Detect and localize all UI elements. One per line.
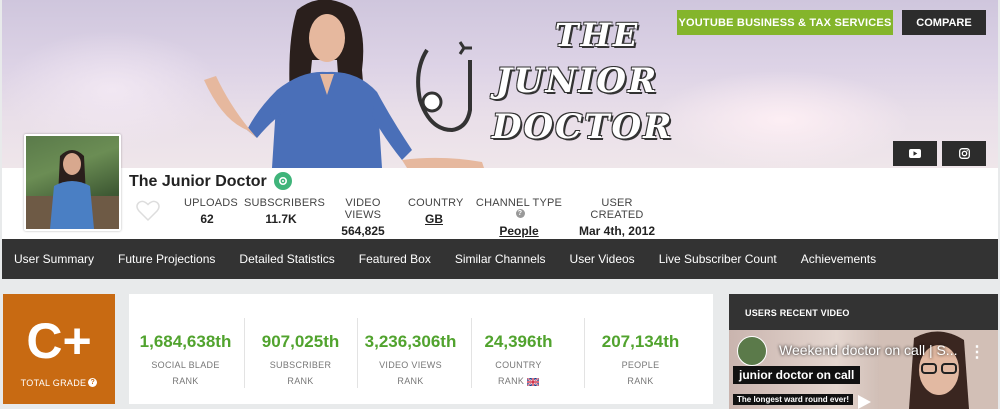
help-icon[interactable]: ? (515, 209, 525, 218)
banner-logo-text: THE JUNIOR DOCTOR (492, 12, 674, 150)
instagram-link-button[interactable] (942, 141, 986, 166)
recent-video-header: USERS RECENT VIDEO (745, 308, 850, 318)
stat-subscribers: SUBSCRIBERS 11.7K (244, 197, 326, 226)
nav-user-summary[interactable]: User Summary (2, 239, 106, 279)
stat-user-created: USER CREATED Mar 4th, 2012 (577, 197, 657, 238)
banner-person-image (204, 0, 484, 168)
channel-type-link[interactable]: People (472, 224, 566, 238)
nav-user-videos[interactable]: User Videos (558, 239, 647, 279)
rank-label: RANK (172, 376, 199, 386)
stat-video-views: VIDEO VIEWS 564,825 (330, 197, 396, 238)
nav-live-subscriber-count[interactable]: Live Subscriber Count (647, 239, 789, 279)
rank-value: 207,134th (601, 332, 680, 351)
nav-detailed-statistics[interactable]: Detailed Statistics (227, 239, 346, 279)
rank-label: RANK (287, 376, 314, 386)
nav-achievements[interactable]: Achievements (789, 239, 888, 279)
stat-label: COUNTRY (408, 197, 464, 209)
instagram-icon (958, 148, 970, 159)
logo-line-2: JUNIOR (495, 61, 659, 101)
rank-video-views: 3,236,306th VIDEO VIEWS RANK (354, 294, 467, 404)
business-tax-services-button[interactable]: YOUTUBE BUSINESS & TAX SERVICES (677, 10, 893, 35)
rank-label: RANK (397, 376, 424, 386)
channel-name: The Junior Doctor (129, 173, 267, 190)
youtube-icon (909, 149, 921, 158)
rank-label: RANK (497, 376, 525, 386)
stat-label: VIDEO VIEWS (344, 197, 382, 221)
total-grade-box: C+ TOTAL GRADE? (3, 294, 115, 404)
rank-subscriber: 907,025th SUBSCRIBER RANK (244, 294, 357, 404)
stat-label: SUBSCRIBERS (244, 197, 326, 209)
uk-flag-icon (526, 376, 540, 387)
help-icon[interactable]: ? (88, 378, 98, 387)
country-link[interactable]: GB (408, 212, 460, 226)
nav-future-projections[interactable]: Future Projections (106, 239, 227, 279)
grade-label: TOTAL GRADE (20, 378, 87, 388)
stat-country: COUNTRY GB (408, 197, 464, 226)
rank-country: 24,396th COUNTRY RANK (462, 294, 575, 404)
logo-line-3: DOCTOR (492, 107, 674, 147)
stat-channel-type: CHANNEL TYPE ? People (472, 197, 566, 238)
nav-featured-box[interactable]: Featured Box (347, 239, 443, 279)
stat-value: 62 (200, 212, 214, 226)
stat-label: UPLOADS (184, 197, 238, 209)
rank-label: PEOPLE (621, 360, 660, 370)
stat-label: USER CREATED (590, 197, 644, 221)
rank-label: RANK (627, 376, 654, 386)
favorite-heart-icon[interactable] (136, 200, 160, 227)
video-title[interactable]: Weekend doctor on call | S... (779, 342, 957, 358)
rank-label: COUNTRY (495, 360, 542, 370)
stat-uploads: UPLOADS 62 (184, 197, 238, 226)
rank-social-blade: 1,684,638th SOCIAL BLADE RANK (129, 294, 242, 404)
more-options-icon[interactable]: ⋮ (969, 342, 985, 362)
grade-value: C+ (26, 313, 92, 369)
stat-value: Mar 4th, 2012 (578, 224, 656, 238)
video-overlay-text: junior doctor on call (733, 366, 861, 384)
rank-label: SUBSCRIBER (269, 360, 332, 370)
ranks-panel: 1,684,638th SOCIAL BLADE RANK 907,025th S… (129, 294, 713, 404)
channel-nav-bar: User Summary Future Projections Detailed… (2, 239, 998, 279)
nav-similar-channels[interactable]: Similar Channels (443, 239, 558, 279)
rank-label: SOCIAL BLADE (151, 360, 220, 370)
avatar (24, 134, 121, 231)
youtube-link-button[interactable] (893, 141, 937, 166)
video-overlay-subtext: The longest ward round ever! (733, 394, 854, 405)
rank-value: 3,236,306th (364, 332, 457, 351)
rank-value: 1,684,638th (139, 332, 232, 351)
recent-video-panel: USERS RECENT VIDEO Weekend doctor on cal… (729, 294, 998, 409)
stat-value: 564,825 (341, 224, 385, 238)
play-icon[interactable] (849, 392, 877, 409)
video-channel-avatar (737, 336, 767, 366)
recent-video-player[interactable]: Weekend doctor on call | S... ⋮ junior d… (729, 330, 998, 409)
stat-label: CHANNEL TYPE (475, 197, 563, 209)
rank-label: VIDEO VIEWS (379, 360, 442, 370)
rank-value: 24,396th (484, 332, 553, 351)
verified-badge-icon (274, 172, 292, 190)
logo-line-1: THE (554, 16, 640, 54)
rank-value: 907,025th (261, 332, 340, 351)
rank-people: 207,134th PEOPLE RANK (584, 294, 697, 404)
compare-button[interactable]: COMPARE (902, 10, 986, 35)
stat-value: 11.7K (265, 212, 297, 226)
